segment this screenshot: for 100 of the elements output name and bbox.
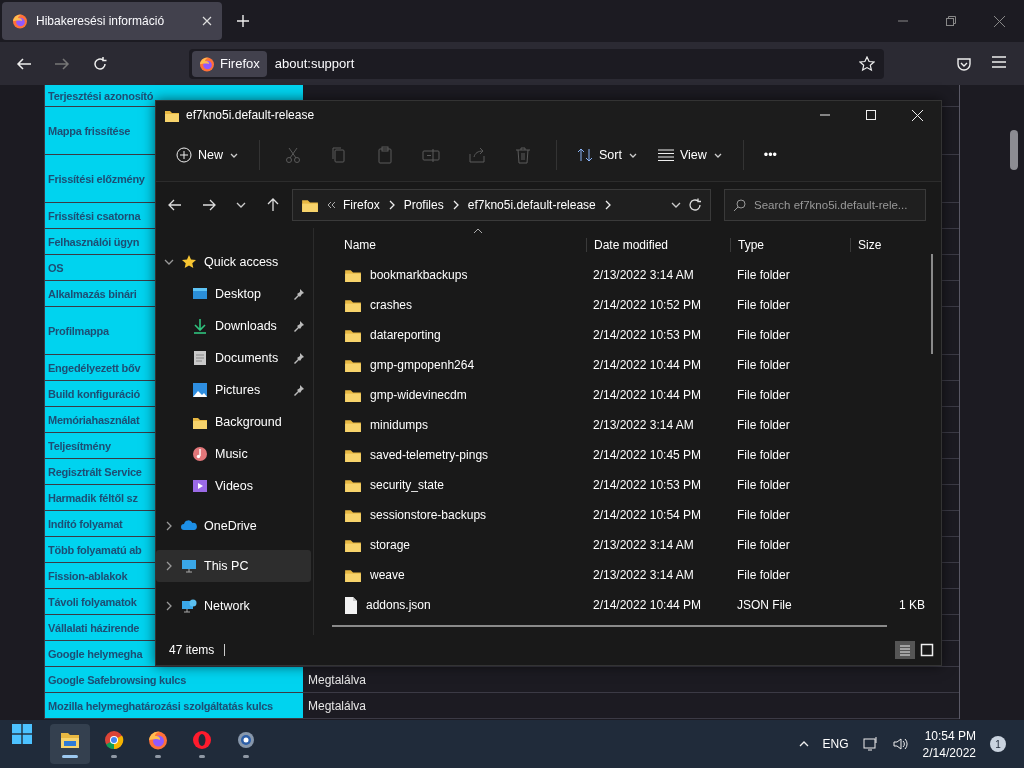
- sort-up-icon: [473, 228, 483, 234]
- taskbar-app[interactable]: [50, 724, 90, 764]
- date-modified: 2/14/2022 10:44 PM: [593, 358, 702, 372]
- file-name[interactable]: security_state: [370, 478, 445, 492]
- file-type: File folder: [737, 478, 790, 492]
- file-name[interactable]: datareporting: [370, 328, 441, 342]
- date-modified: 2/14/2022 10:45 PM: [593, 448, 702, 462]
- nav-item[interactable]: Network: [156, 590, 311, 622]
- item-count: 47 items: [169, 643, 215, 657]
- column-header[interactable]: Size: [850, 238, 925, 252]
- picture-icon: [192, 382, 208, 398]
- desktop-icon: [192, 286, 208, 302]
- url-text: about:support: [274, 56, 356, 71]
- restore-icon[interactable]: [946, 15, 956, 26]
- star-icon[interactable]: [859, 55, 875, 72]
- folder-icon: [60, 730, 80, 750]
- address-bar[interactable]: Firefox Profiles ef7kno5i.default-release: [292, 189, 711, 221]
- search-icon: [733, 198, 746, 212]
- file-name[interactable]: gmp-widevinecdm: [370, 388, 467, 402]
- file-name[interactable]: addons.json: [366, 598, 431, 612]
- forward-icon[interactable]: [202, 198, 216, 212]
- refresh-icon[interactable]: [688, 198, 702, 212]
- network-icon[interactable]: [862, 736, 879, 752]
- row-label: Mappa frissítése: [48, 124, 131, 137]
- details-view-icon[interactable]: [898, 643, 912, 657]
- file-type: File folder: [737, 448, 790, 462]
- date-modified: 2/14/2022 10:44 PM: [593, 598, 702, 612]
- row-label: OS: [48, 261, 64, 274]
- search-placeholder: Search ef7kno5i.default-rele...: [754, 199, 908, 211]
- breadcrumb-item[interactable]: Firefox: [343, 198, 380, 212]
- file-name[interactable]: crashes: [370, 298, 413, 312]
- scrollbar-thumb[interactable]: [332, 625, 887, 627]
- date-modified: 2/14/2022 10:53 PM: [593, 328, 702, 342]
- sort-button[interactable]: Sort: [569, 141, 646, 169]
- more-button[interactable]: •••: [755, 142, 785, 168]
- nav-item[interactable]: Background: [156, 406, 311, 438]
- reload-icon[interactable]: [92, 55, 108, 72]
- file-name[interactable]: sessionstore-backups: [370, 508, 487, 522]
- file-size: 1 KB: [899, 598, 925, 612]
- file-name[interactable]: gmp-gmpopenh264: [370, 358, 475, 372]
- file-type: File folder: [737, 538, 790, 552]
- row-label: Alkalmazás binári: [48, 287, 137, 300]
- file-type: File folder: [737, 358, 790, 372]
- start-icon[interactable]: [12, 724, 32, 744]
- notification-badge[interactable]: 1: [990, 736, 1006, 752]
- back-icon[interactable]: [16, 55, 32, 72]
- firefox-icon: [12, 13, 28, 29]
- new-tab-icon[interactable]: [236, 14, 250, 28]
- back-icon[interactable]: [168, 198, 182, 212]
- breadcrumb-item[interactable]: Profiles: [403, 198, 444, 212]
- file-name[interactable]: saved-telemetry-pings: [370, 448, 489, 462]
- nav-item[interactable]: Documents: [156, 342, 311, 374]
- row-label: Regisztrált Service: [48, 465, 142, 478]
- chevron-right-icon: [164, 521, 174, 531]
- volume-icon[interactable]: [892, 736, 909, 752]
- row-label: Engedélyezett bőv: [48, 361, 141, 374]
- search-field[interactable]: Search ef7kno5i.default-rele...: [724, 189, 926, 221]
- nav-item[interactable]: Music: [156, 438, 311, 470]
- column-header[interactable]: Date modified: [586, 238, 730, 252]
- file-icon: [344, 596, 358, 614]
- folder-icon: [344, 508, 362, 522]
- scrollbar-thumb[interactable]: [931, 254, 933, 354]
- maximize-icon[interactable]: [866, 109, 876, 120]
- nav-item[interactable]: Desktop: [156, 278, 311, 310]
- file-name[interactable]: bookmarkbackups: [370, 268, 468, 282]
- nav-item[interactable]: Quick access: [156, 246, 311, 278]
- tiles-view-icon[interactable]: [920, 643, 934, 657]
- address-bar[interactable]: Firefox about:support: [189, 48, 884, 79]
- folder-icon: [344, 268, 362, 282]
- nav-item[interactable]: Pictures: [156, 374, 311, 406]
- identity-button[interactable]: Firefox: [192, 50, 267, 77]
- menu-icon[interactable]: [992, 55, 1006, 68]
- file-name[interactable]: storage: [370, 538, 411, 552]
- browser-tab[interactable]: Hibakeresési információ: [2, 2, 222, 40]
- up-icon[interactable]: [266, 198, 280, 212]
- row-label: Frissítési előzmény: [48, 172, 145, 185]
- row-value: Megtalálva: [308, 698, 367, 713]
- language-indicator[interactable]: ENG: [822, 737, 849, 751]
- overflow-icon[interactable]: [326, 200, 336, 210]
- nav-item[interactable]: Videos: [156, 470, 311, 502]
- file-type: File folder: [737, 418, 790, 432]
- clock[interactable]: 10:54 PM 2/14/2022: [922, 728, 976, 760]
- folder-icon: [344, 448, 362, 462]
- new-button[interactable]: New: [168, 141, 247, 169]
- file-name[interactable]: weave: [370, 568, 405, 582]
- scrollbar-thumb[interactable]: [1010, 130, 1018, 170]
- nav-item[interactable]: This PC: [156, 550, 311, 582]
- nav-item[interactable]: Downloads: [156, 310, 311, 342]
- recent-locations-icon[interactable]: [236, 200, 246, 210]
- folder-icon: [164, 108, 180, 122]
- nav-item[interactable]: OneDrive: [156, 510, 311, 542]
- file-name[interactable]: minidumps: [370, 418, 429, 432]
- column-header[interactable]: Type: [730, 238, 850, 252]
- pocket-icon[interactable]: [956, 55, 972, 72]
- column-header[interactable]: Name: [329, 238, 586, 252]
- breadcrumb-item[interactable]: ef7kno5i.default-release: [467, 198, 596, 212]
- row-label: Memóriahasználat: [48, 413, 140, 426]
- view-button[interactable]: View: [649, 142, 731, 168]
- row-label: Frissítési csatorna: [48, 209, 141, 222]
- date-modified: 2/13/2022 3:14 AM: [593, 538, 694, 552]
